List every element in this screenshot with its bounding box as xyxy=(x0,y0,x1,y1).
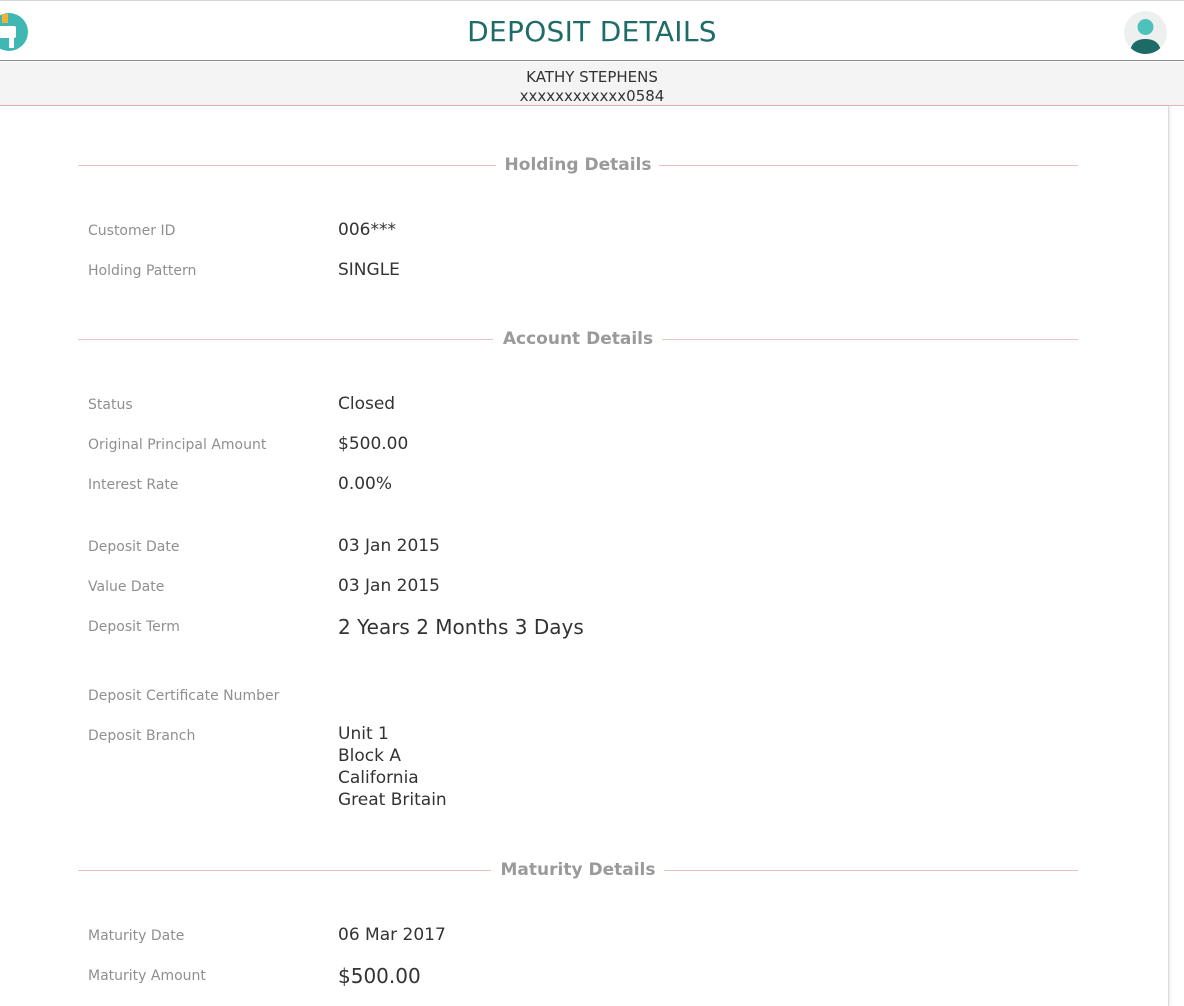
maturity-amount-value: $500.00 xyxy=(338,964,421,988)
user-avatar-icon[interactable] xyxy=(1124,11,1167,54)
status-label: Status xyxy=(88,397,133,413)
maturity-details-header: Maturity Details xyxy=(78,860,1078,880)
customer-name: KATHY STEPHENS xyxy=(526,68,658,86)
divider xyxy=(662,339,1078,340)
certificate-number-label: Deposit Certificate Number xyxy=(88,688,280,704)
principal-label: Original Principal Amount xyxy=(88,437,267,453)
branch-address-line: Unit 1 xyxy=(338,724,389,744)
status-value: Closed xyxy=(338,394,396,414)
deposit-date-label: Deposit Date xyxy=(88,539,180,555)
maturity-date-label: Maturity Date xyxy=(88,928,185,944)
masked-account-number: xxxxxxxxxxxx0584 xyxy=(519,87,665,105)
branch-address-line: Great Britain xyxy=(338,790,447,810)
divider xyxy=(664,870,1078,871)
deposit-branch-value: Unit 1 Block A California Great Britain xyxy=(338,723,447,811)
branch-address-line: Block A xyxy=(338,746,402,766)
deposit-term-label: Deposit Term xyxy=(88,619,180,635)
principal-value: $500.00 xyxy=(338,434,409,454)
divider xyxy=(659,165,1078,166)
account-banner: KATHY STEPHENS xxxxxxxxxxxx0584 xyxy=(0,62,1184,106)
deposit-term-value: 2 Years 2 Months 3 Days xyxy=(338,615,584,639)
branch-address-line: California xyxy=(338,768,419,788)
customer-id-value: 006*** xyxy=(338,220,396,240)
deposit-branch-label: Deposit Branch xyxy=(88,728,196,744)
value-date-label: Value Date xyxy=(88,579,165,595)
value-date-value: 03 Jan 2015 xyxy=(338,576,440,596)
details-card: Holding Details Customer ID 006*** Holdi… xyxy=(0,106,1169,1006)
top-header: DEPOSIT DETAILS xyxy=(0,0,1184,61)
interest-rate-label: Interest Rate xyxy=(88,477,179,493)
customer-id-label: Customer ID xyxy=(88,223,176,239)
deposit-date-value: 03 Jan 2015 xyxy=(338,536,440,556)
interest-rate-value: 0.00% xyxy=(338,474,393,494)
account-details-header: Account Details xyxy=(78,329,1078,349)
maturity-date-value: 06 Mar 2017 xyxy=(338,925,446,945)
holding-details-header: Holding Details xyxy=(78,155,1078,175)
page-title: DEPOSIT DETAILS xyxy=(467,15,717,48)
maturity-amount-label: Maturity Amount xyxy=(88,968,206,984)
holding-pattern-label: Holding Pattern xyxy=(88,263,197,279)
holding-pattern-value: SINGLE xyxy=(338,260,400,280)
